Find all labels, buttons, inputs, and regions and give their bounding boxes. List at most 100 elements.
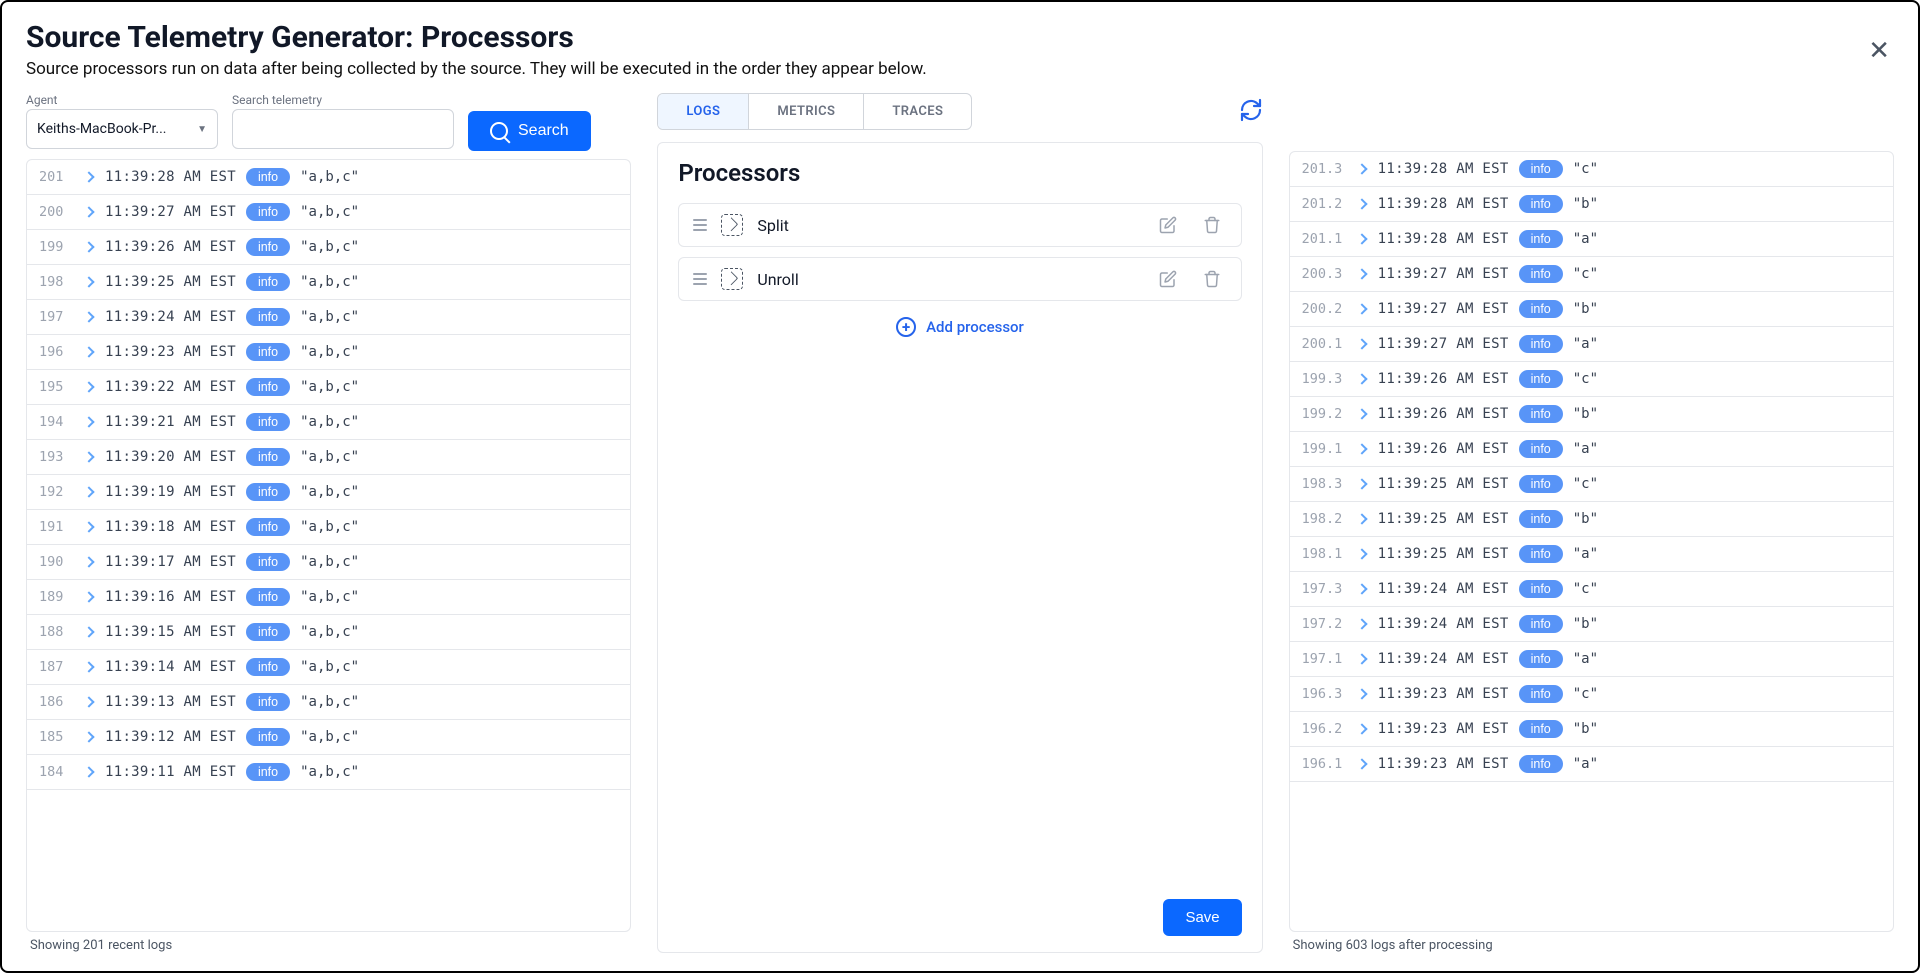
log-message: "a,b,c" bbox=[300, 729, 359, 745]
log-row[interactable]: 18411:39:11 AM ESTinfo"a,b,c" bbox=[27, 755, 630, 790]
log-row[interactable]: 200.111:39:27 AM ESTinfo"a" bbox=[1290, 327, 1893, 362]
log-index: 198.2 bbox=[1302, 511, 1348, 527]
log-message: "a,b,c" bbox=[300, 309, 359, 325]
log-row[interactable]: 18611:39:13 AM ESTinfo"a,b,c" bbox=[27, 685, 630, 720]
log-row[interactable]: 19311:39:20 AM ESTinfo"a,b,c" bbox=[27, 440, 630, 475]
log-index: 196.1 bbox=[1302, 756, 1348, 772]
log-timestamp: 11:39:28 AM EST bbox=[105, 169, 236, 185]
log-row[interactable]: 199.311:39:26 AM ESTinfo"c" bbox=[1290, 362, 1893, 397]
log-row[interactable]: 19811:39:25 AM ESTinfo"a,b,c" bbox=[27, 265, 630, 300]
output-logs-footer: Showing 603 logs after processing bbox=[1289, 932, 1894, 953]
log-row[interactable]: 20111:39:28 AM ESTinfo"a,b,c" bbox=[27, 160, 630, 195]
log-row[interactable]: 19211:39:19 AM ESTinfo"a,b,c" bbox=[27, 475, 630, 510]
log-row[interactable]: 18911:39:16 AM ESTinfo"a,b,c" bbox=[27, 580, 630, 615]
log-index: 201 bbox=[39, 169, 75, 185]
log-row[interactable]: 19111:39:18 AM ESTinfo"a,b,c" bbox=[27, 510, 630, 545]
close-button[interactable]: ✕ bbox=[1864, 34, 1894, 68]
log-index: 197.3 bbox=[1302, 581, 1348, 597]
log-timestamp: 11:39:17 AM EST bbox=[105, 554, 236, 570]
log-row[interactable]: 201.311:39:28 AM ESTinfo"c" bbox=[1290, 152, 1893, 187]
tab-traces[interactable]: TRACES bbox=[864, 94, 971, 129]
log-timestamp: 11:39:13 AM EST bbox=[105, 694, 236, 710]
log-index: 195 bbox=[39, 379, 75, 395]
log-timestamp: 11:39:28 AM EST bbox=[1378, 196, 1509, 212]
log-message: "a,b,c" bbox=[300, 239, 359, 255]
tab-metrics[interactable]: METRICS bbox=[749, 94, 864, 129]
log-message: "a,b,c" bbox=[300, 764, 359, 780]
log-level-badge: info bbox=[246, 448, 290, 466]
log-row[interactable]: 196.111:39:23 AM ESTinfo"a" bbox=[1290, 747, 1893, 782]
log-timestamp: 11:39:28 AM EST bbox=[1378, 161, 1509, 177]
delete-processor-button[interactable] bbox=[1197, 268, 1227, 290]
chevron-right-icon bbox=[83, 276, 94, 287]
log-row[interactable]: 198.311:39:25 AM ESTinfo"c" bbox=[1290, 467, 1893, 502]
log-row[interactable]: 197.111:39:24 AM ESTinfo"a" bbox=[1290, 642, 1893, 677]
log-timestamp: 11:39:24 AM EST bbox=[105, 309, 236, 325]
log-level-badge: info bbox=[1519, 440, 1563, 458]
log-timestamp: 11:39:18 AM EST bbox=[105, 519, 236, 535]
log-row[interactable]: 18511:39:12 AM ESTinfo"a,b,c" bbox=[27, 720, 630, 755]
search-input[interactable] bbox=[232, 109, 454, 149]
tab-logs[interactable]: LOGS bbox=[658, 94, 749, 129]
log-row[interactable]: 201.211:39:28 AM ESTinfo"b" bbox=[1290, 187, 1893, 222]
log-row[interactable]: 200.311:39:27 AM ESTinfo"c" bbox=[1290, 257, 1893, 292]
log-message: "c" bbox=[1573, 371, 1598, 387]
edit-processor-button[interactable] bbox=[1153, 214, 1183, 236]
log-level-badge: info bbox=[246, 203, 290, 221]
log-level-badge: info bbox=[246, 728, 290, 746]
log-message: "b" bbox=[1573, 721, 1598, 737]
log-index: 196.2 bbox=[1302, 721, 1348, 737]
chevron-right-icon bbox=[83, 696, 94, 707]
agent-select[interactable]: Keiths-MacBook-Pr... ▼ bbox=[26, 109, 218, 149]
add-processor-label: Add processor bbox=[926, 318, 1024, 336]
log-timestamp: 11:39:25 AM EST bbox=[1378, 546, 1509, 562]
log-row[interactable]: 18711:39:14 AM ESTinfo"a,b,c" bbox=[27, 650, 630, 685]
log-row[interactable]: 19711:39:24 AM ESTinfo"a,b,c" bbox=[27, 300, 630, 335]
log-index: 198 bbox=[39, 274, 75, 290]
log-row[interactable]: 18811:39:15 AM ESTinfo"a,b,c" bbox=[27, 615, 630, 650]
log-index: 185 bbox=[39, 729, 75, 745]
log-index: 199 bbox=[39, 239, 75, 255]
log-row[interactable]: 197.311:39:24 AM ESTinfo"c" bbox=[1290, 572, 1893, 607]
log-index: 199.2 bbox=[1302, 406, 1348, 422]
log-row[interactable]: 199.211:39:26 AM ESTinfo"b" bbox=[1290, 397, 1893, 432]
log-level-badge: info bbox=[246, 658, 290, 676]
log-level-badge: info bbox=[246, 483, 290, 501]
drag-handle-icon[interactable] bbox=[693, 273, 707, 285]
page-subtitle: Source processors run on data after bein… bbox=[26, 59, 927, 79]
log-row[interactable]: 201.111:39:28 AM ESTinfo"a" bbox=[1290, 222, 1893, 257]
log-row[interactable]: 197.211:39:24 AM ESTinfo"b" bbox=[1290, 607, 1893, 642]
delete-processor-button[interactable] bbox=[1197, 214, 1227, 236]
log-row[interactable]: 19911:39:26 AM ESTinfo"a,b,c" bbox=[27, 230, 630, 265]
log-row[interactable]: 199.111:39:26 AM ESTinfo"a" bbox=[1290, 432, 1893, 467]
refresh-icon[interactable] bbox=[1239, 98, 1263, 126]
agent-select-value: Keiths-MacBook-Pr... bbox=[37, 121, 166, 137]
save-button[interactable]: Save bbox=[1163, 899, 1241, 936]
log-level-badge: info bbox=[1519, 545, 1563, 563]
input-logs-list[interactable]: 201 11:39:28 AM EST info "a,b,c" 20011:39:27… bbox=[26, 159, 631, 932]
log-message: "b" bbox=[1573, 511, 1598, 527]
log-row[interactable]: 19511:39:22 AM ESTinfo"a,b,c" bbox=[27, 370, 630, 405]
log-level-badge: info bbox=[246, 693, 290, 711]
log-row[interactable]: 19011:39:17 AM ESTinfo"a,b,c" bbox=[27, 545, 630, 580]
log-timestamp: 11:39:24 AM EST bbox=[1378, 651, 1509, 667]
processor-icon bbox=[721, 268, 743, 290]
log-row[interactable]: 200.211:39:27 AM ESTinfo"b" bbox=[1290, 292, 1893, 327]
search-button[interactable]: Search bbox=[468, 111, 591, 151]
log-message: "a,b,c" bbox=[300, 344, 359, 360]
chevron-right-icon bbox=[1356, 268, 1367, 279]
add-processor-button[interactable]: + Add processor bbox=[678, 317, 1241, 337]
log-row[interactable]: 19611:39:23 AM ESTinfo"a,b,c" bbox=[27, 335, 630, 370]
log-level-badge: info bbox=[1519, 615, 1563, 633]
log-index: 190 bbox=[39, 554, 75, 570]
log-row[interactable]: 198.111:39:25 AM ESTinfo"a" bbox=[1290, 537, 1893, 572]
log-row[interactable]: 20011:39:27 AM ESTinfo"a,b,c" bbox=[27, 195, 630, 230]
log-row[interactable]: 196.311:39:23 AM ESTinfo"c" bbox=[1290, 677, 1893, 712]
log-row[interactable]: 19411:39:21 AM ESTinfo"a,b,c" bbox=[27, 405, 630, 440]
log-row[interactable]: 198.211:39:25 AM ESTinfo"b" bbox=[1290, 502, 1893, 537]
edit-processor-button[interactable] bbox=[1153, 268, 1183, 290]
output-logs-list[interactable]: 201.311:39:28 AM ESTinfo"c"201.211:39:28… bbox=[1289, 151, 1894, 932]
log-message: "b" bbox=[1573, 301, 1598, 317]
log-row[interactable]: 196.211:39:23 AM ESTinfo"b" bbox=[1290, 712, 1893, 747]
drag-handle-icon[interactable] bbox=[693, 219, 707, 231]
